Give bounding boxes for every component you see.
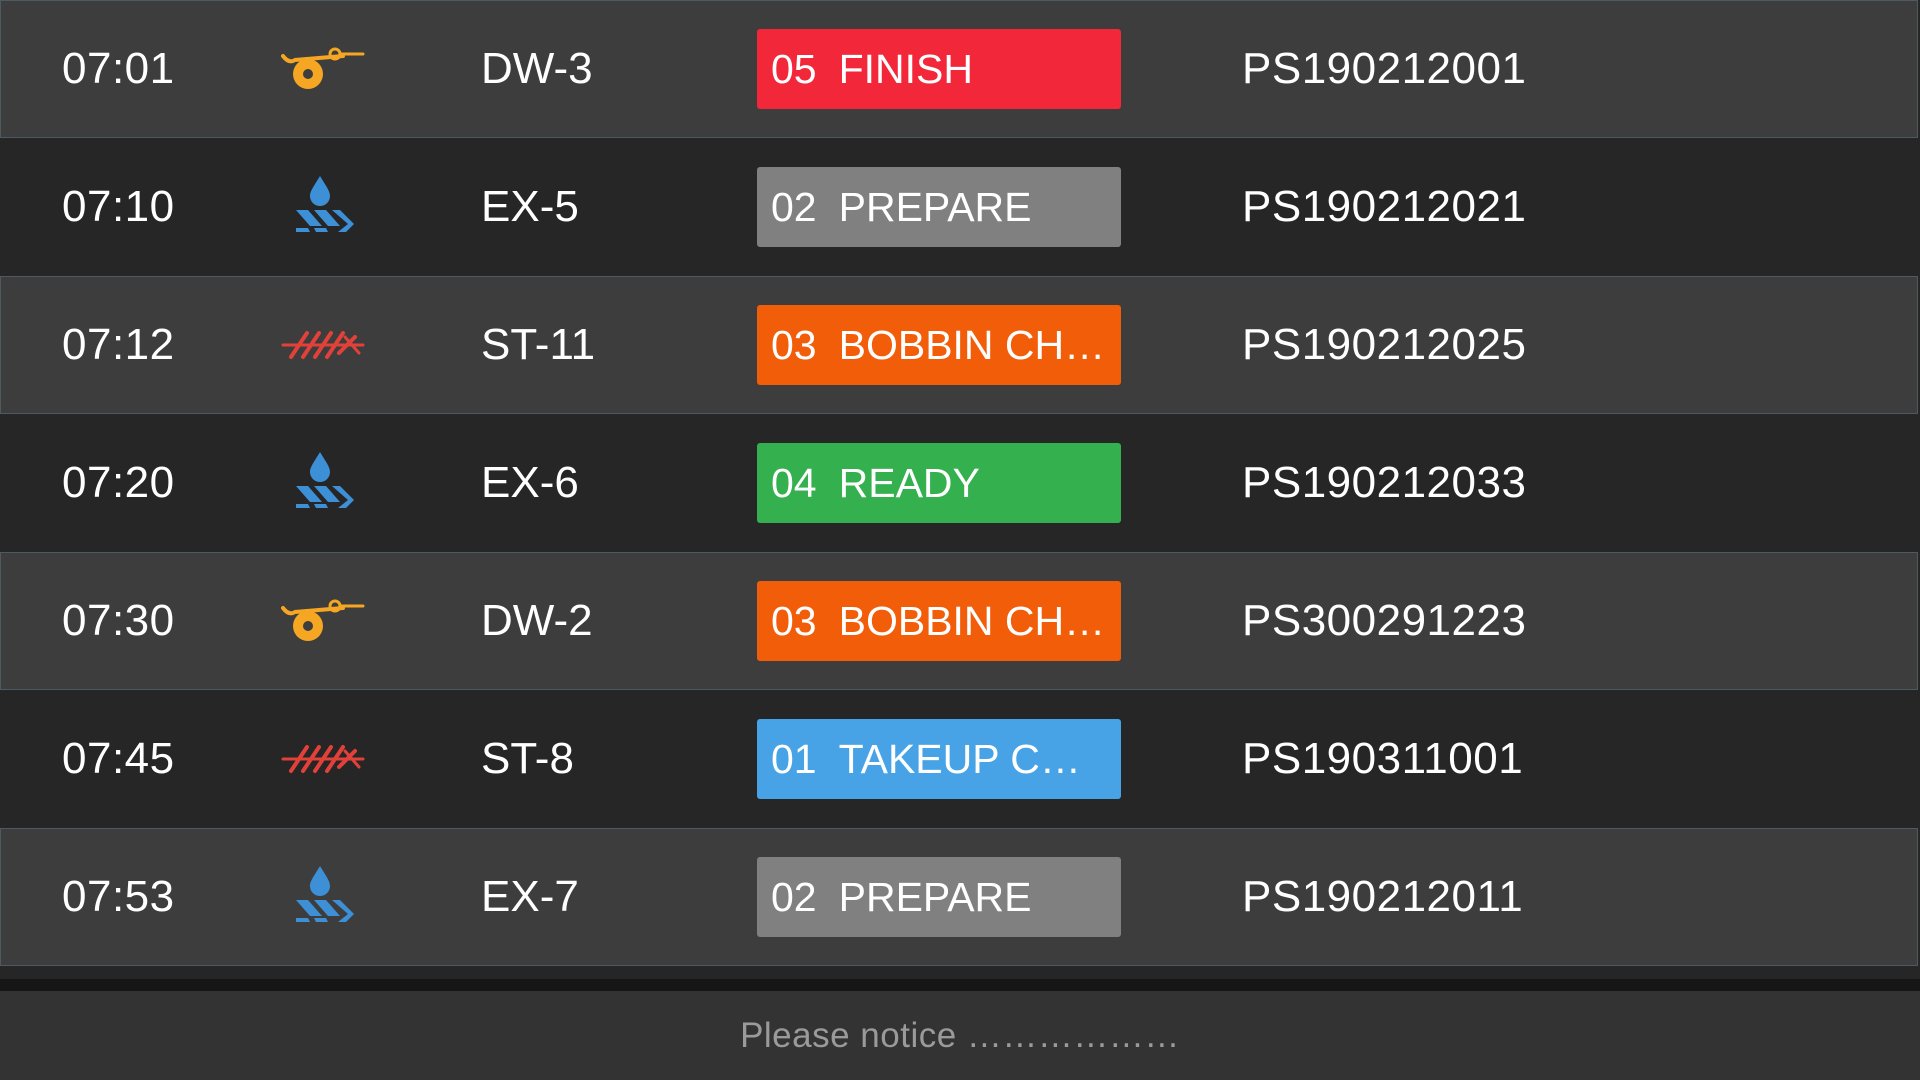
status-badge: 01 TAKEUP CHA... xyxy=(757,719,1121,799)
row-order-number: PS300291223 xyxy=(1242,596,1527,645)
status-code: 03 xyxy=(771,321,817,368)
schedule-row-6[interactable]: 07:45 ST-8 01 TAKEUP CHA... PS190311001 xyxy=(0,690,1918,828)
row-status: 02 PREPARE xyxy=(757,139,1121,275)
row-status: 03 BOBBIN CHA... xyxy=(757,277,1121,413)
notice-bar: Please notice ……………… xyxy=(0,991,1920,1080)
status-badge: 02 PREPARE xyxy=(757,167,1121,247)
stranding-wire-icon xyxy=(273,277,373,413)
status-label: BOBBIN CHA... xyxy=(838,321,1109,368)
row-time: 07:10 xyxy=(62,182,175,231)
schedule-row-3[interactable]: 07:12 ST-11 03 BOBBIN CHA... PS190212025 xyxy=(0,276,1918,414)
row-machine: EX-6 xyxy=(481,458,579,507)
status-label: PREPARE xyxy=(838,873,1032,920)
schedule-row-1[interactable]: 07:01 DW-3 05 FINISH PS190212001 xyxy=(0,0,1918,138)
row-status: 03 BOBBIN CHA... xyxy=(757,553,1121,689)
winding-spool-icon xyxy=(273,553,373,689)
status-badge: 03 BOBBIN CHA... xyxy=(757,581,1121,661)
stranding-wire-icon xyxy=(273,691,373,827)
status-code: 01 xyxy=(771,735,817,782)
status-badge: 05 FINISH xyxy=(757,29,1121,109)
row-time: 07:01 xyxy=(62,44,175,93)
schedule-row-5[interactable]: 07:30 DW-2 03 BOBBIN CHA... PS300291223 xyxy=(0,552,1918,690)
row-order-number: PS190212001 xyxy=(1242,44,1527,93)
status-code: 02 xyxy=(771,183,817,230)
row-status: 05 FINISH xyxy=(757,1,1121,137)
row-time: 07:30 xyxy=(62,596,175,645)
row-machine: EX-7 xyxy=(481,872,579,921)
schedule-row-4[interactable]: 07:20 EX-6 04 READY PS190212033 xyxy=(0,414,1918,552)
notice-text: Please notice ……………… xyxy=(740,1015,1180,1055)
row-machine: DW-2 xyxy=(481,596,593,645)
status-badge: 04 READY xyxy=(757,443,1121,523)
row-time: 07:20 xyxy=(62,458,175,507)
row-order-number: PS190212033 xyxy=(1242,458,1527,507)
row-time: 07:53 xyxy=(62,872,175,921)
status-badge: 02 PREPARE xyxy=(757,857,1121,937)
extruder-drop-icon xyxy=(273,139,373,275)
schedule-list: 07:01 DW-3 05 FINISH PS190212001 07:10 E… xyxy=(0,0,1920,966)
status-badge: 03 BOBBIN CHA... xyxy=(757,305,1121,385)
status-label: TAKEUP CHA... xyxy=(838,735,1109,782)
row-order-number: PS190212011 xyxy=(1242,872,1524,921)
status-label: READY xyxy=(838,459,980,506)
status-code: 05 xyxy=(771,45,817,92)
extruder-drop-icon xyxy=(273,829,373,965)
row-status: 04 READY xyxy=(757,415,1121,551)
row-order-number: PS190212025 xyxy=(1242,320,1527,369)
row-machine: ST-11 xyxy=(481,320,596,369)
schedule-row-7[interactable]: 07:53 EX-7 02 PREPARE PS190212011 xyxy=(0,828,1918,966)
row-status: 02 PREPARE xyxy=(757,829,1121,965)
row-machine: ST-8 xyxy=(481,734,574,783)
status-label: PREPARE xyxy=(838,183,1032,230)
extruder-drop-icon xyxy=(273,415,373,551)
row-machine: DW-3 xyxy=(481,44,593,93)
row-time: 07:45 xyxy=(62,734,175,783)
production-board: 07:01 DW-3 05 FINISH PS190212001 07:10 E… xyxy=(0,0,1920,1080)
row-machine: EX-5 xyxy=(481,182,579,231)
row-status: 01 TAKEUP CHA... xyxy=(757,691,1121,827)
winding-spool-icon xyxy=(273,1,373,137)
footer-divider xyxy=(0,979,1920,991)
status-code: 04 xyxy=(771,459,817,506)
row-time: 07:12 xyxy=(62,320,175,369)
status-code: 03 xyxy=(771,597,817,644)
schedule-row-2[interactable]: 07:10 EX-5 02 PREPARE PS190212021 xyxy=(0,138,1918,276)
row-order-number: PS190311001 xyxy=(1242,734,1524,783)
status-label: BOBBIN CHA... xyxy=(838,597,1109,644)
status-code: 02 xyxy=(771,873,817,920)
status-label: FINISH xyxy=(838,45,974,92)
row-order-number: PS190212021 xyxy=(1242,182,1527,231)
